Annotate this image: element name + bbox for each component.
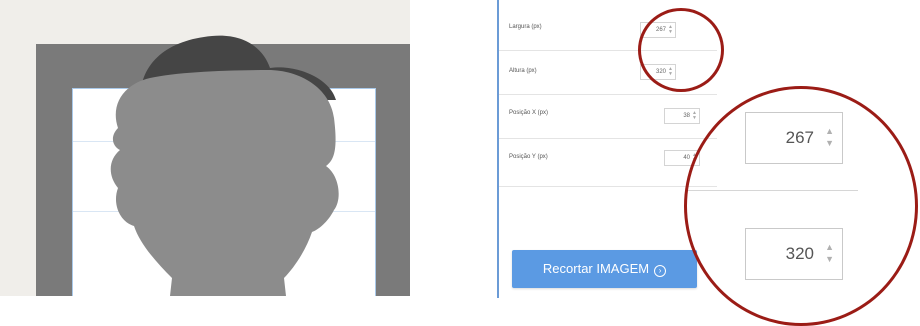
image-crop-area[interactable] [0, 0, 410, 296]
pos-x-field-row: Posição X (px) 38 ▲ ▼ [499, 94, 717, 139]
arrow-circle-icon: › [654, 265, 667, 277]
pos-y-input-value: 40 [683, 155, 690, 161]
width-label: Largura (px) [509, 24, 542, 30]
annotation-circle-small [638, 8, 724, 92]
pos-y-field-row: Posição Y (px) 40 ▲ ▼ [499, 138, 717, 187]
crop-button-label: Recortar IMAGEM [542, 261, 650, 276]
annotation-circle-large [684, 86, 918, 326]
silhouette-head [110, 70, 339, 296]
crop-image-button[interactable]: Recortar IMAGEM › [512, 250, 697, 288]
pos-x-input-value: 38 [683, 113, 690, 119]
background-strip [0, 296, 497, 326]
pos-y-label: Posição Y (px) [509, 154, 548, 160]
pos-x-input[interactable]: 38 ▲ ▼ [664, 108, 700, 124]
spinner-icon[interactable]: ▲ ▼ [692, 111, 697, 121]
height-label: Altura (px) [509, 68, 537, 74]
pos-x-label: Posição X (px) [509, 110, 549, 116]
avatar-silhouette [110, 35, 339, 296]
